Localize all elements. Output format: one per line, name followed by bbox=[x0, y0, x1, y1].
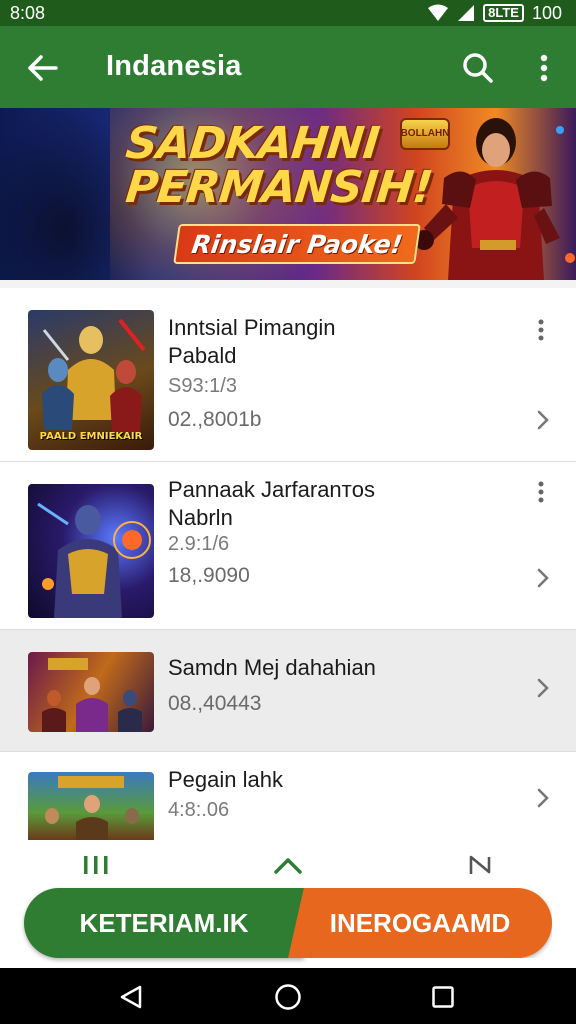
game-thumbnail: PAALD EMNIEKAIR bbox=[28, 310, 154, 450]
promo-banner[interactable]: BOLLAHN SADKAHNI PERMANSIH! Rinslair Pao… bbox=[0, 108, 576, 280]
chevron-right-icon bbox=[537, 788, 549, 808]
banner-headline: SADKAHNI PERMANSIH! bbox=[123, 118, 435, 213]
game-thumbnail bbox=[28, 484, 154, 618]
game-thumbnail bbox=[28, 772, 154, 840]
list-item[interactable]: Pegain lahk 4:8:.06 bbox=[0, 752, 576, 840]
nav-item-trending[interactable] bbox=[268, 850, 308, 880]
wifi-icon bbox=[428, 4, 449, 21]
thumbnail-caption: PAALD EMNIEKAIR bbox=[39, 431, 143, 442]
search-button[interactable] bbox=[458, 48, 498, 88]
system-navigation-bar bbox=[0, 968, 576, 1024]
nav-item-new[interactable] bbox=[460, 850, 500, 880]
game-title: Samdn Mej dahahian bbox=[168, 655, 376, 680]
page-title: Indanesia bbox=[106, 50, 242, 82]
app-screen: 8:08 8LTE 100 Indanesia BOLLAHN SADKAHNI… bbox=[0, 0, 576, 1024]
nav-item-library[interactable] bbox=[76, 850, 116, 880]
more-vert-icon bbox=[540, 54, 548, 82]
chevron-right-icon bbox=[537, 568, 549, 588]
game-list: PAALD EMNIEKAIR Inntsial Pimangin Pabald… bbox=[0, 288, 576, 840]
status-time: 8:08 bbox=[10, 2, 46, 23]
game-subtitle: Pabald bbox=[168, 343, 237, 368]
battery-label: 8LTE bbox=[483, 4, 524, 22]
item-open-button[interactable] bbox=[530, 404, 556, 436]
banner-tagline-text: Rinslair Paoke! bbox=[189, 229, 405, 259]
triangle-back-icon bbox=[120, 985, 142, 1009]
game-version: 2.9:1/6 bbox=[168, 533, 230, 555]
square-recents-icon bbox=[432, 986, 454, 1008]
chevron-up-icon bbox=[274, 858, 302, 874]
more-vert-icon bbox=[538, 481, 544, 503]
game-title: Inntsial Pimangin bbox=[168, 315, 336, 340]
bottom-nav bbox=[0, 840, 576, 888]
list-item[interactable]: PAALD EMNIEKAIR Inntsial Pimangin Pabald… bbox=[0, 288, 576, 462]
item-open-button[interactable] bbox=[530, 562, 556, 594]
list-item[interactable]: Pannaak Jarfaranᴛᴏs Nabrln 2.9:1/6 18,.9… bbox=[0, 462, 576, 630]
banner-title-line1: SADKAHNI bbox=[123, 118, 382, 169]
signal-icon bbox=[458, 5, 475, 21]
banner-logo: BOLLAHN bbox=[400, 118, 450, 150]
game-download-count: 02.,8001b bbox=[168, 408, 262, 431]
search-icon bbox=[463, 53, 493, 83]
circle-home-icon bbox=[275, 984, 301, 1010]
secondary-action-button[interactable]: INEROGAAMD bbox=[288, 888, 552, 958]
game-download-count: 08.,40443 bbox=[168, 692, 262, 715]
arrow-left-icon bbox=[28, 55, 58, 81]
item-menu-button[interactable] bbox=[530, 476, 552, 508]
game-version: 4:8:.06 bbox=[168, 799, 230, 821]
system-back-button[interactable] bbox=[114, 980, 148, 1014]
banner-tagline: Rinslair Paoke! bbox=[173, 224, 422, 264]
item-open-button[interactable] bbox=[530, 782, 556, 814]
game-subtitle: Nabrln bbox=[168, 505, 233, 530]
banner-title-line2: PERMANSIH! bbox=[123, 162, 435, 213]
chevron-right-icon bbox=[537, 678, 549, 698]
bars-icon bbox=[84, 856, 108, 874]
game-thumbnail bbox=[28, 652, 154, 732]
game-title: Pannaak Jarfaranᴛᴏs bbox=[168, 477, 375, 502]
system-home-button[interactable] bbox=[271, 980, 305, 1014]
list-item[interactable]: Samdn Mej dahahian 08.,40443 bbox=[0, 630, 576, 752]
item-menu-button[interactable] bbox=[530, 314, 552, 346]
status-icons: 8LTE 100 bbox=[427, 3, 562, 24]
item-open-button[interactable] bbox=[530, 672, 556, 704]
thumbnail-art bbox=[42, 658, 142, 732]
game-version: S93:1/3 bbox=[168, 375, 237, 397]
app-bar: Indanesia bbox=[0, 26, 576, 108]
primary-action-button[interactable]: KETERIAM.IK bbox=[24, 888, 304, 958]
status-bar: 8:08 8LTE 100 bbox=[0, 0, 576, 26]
battery-level: 100 bbox=[531, 2, 562, 23]
back-button[interactable] bbox=[22, 48, 62, 88]
thumbnail-art bbox=[42, 318, 146, 432]
game-download-count: 18,.9090 bbox=[168, 564, 250, 587]
chevron-right-icon bbox=[537, 410, 549, 430]
thumbnail-art bbox=[45, 776, 139, 840]
more-vert-icon bbox=[538, 319, 544, 341]
n-glyph-icon bbox=[469, 855, 491, 874]
game-title: Pegain lahk bbox=[168, 767, 283, 792]
thumbnail-art bbox=[37, 502, 151, 618]
action-bar: KETERIAM.IK INEROGAAMD bbox=[0, 888, 576, 968]
overflow-menu-button[interactable] bbox=[528, 48, 560, 88]
system-recents-button[interactable] bbox=[426, 980, 460, 1014]
